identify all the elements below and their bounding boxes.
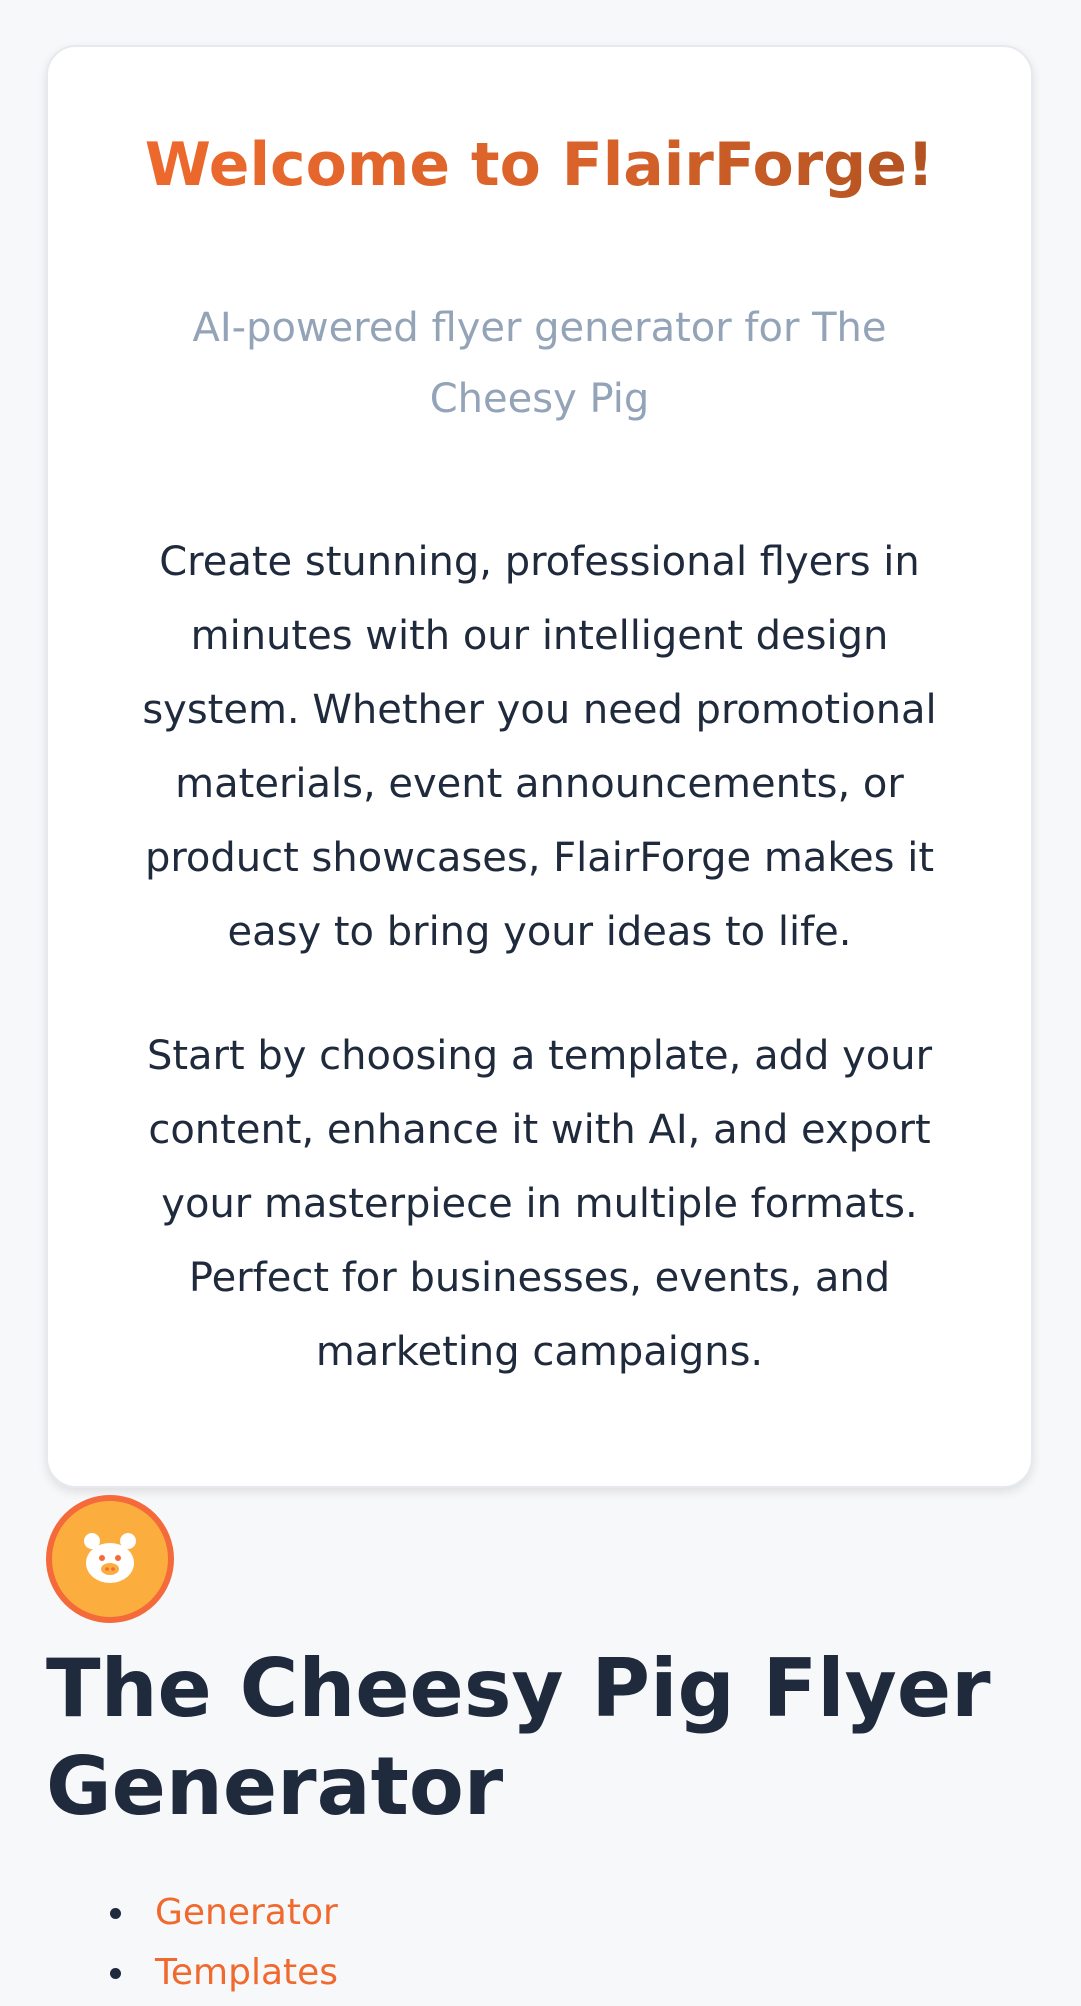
welcome-subtitle: AI-powered flyer generator for The Chees… [192,305,887,422]
nav-item-templates: Templates [0,1940,338,2000]
welcome-description: Create stunning, professional flyers in … [142,539,937,955]
brand-logo [46,1495,174,1623]
welcome-card: Welcome to FlairForge! AI-powered flyer … [46,45,1033,1488]
nav-link-templates[interactable]: Templates [155,1952,338,1993]
main-nav: Generator Templates [0,1880,338,2000]
pig-face-icon [84,1533,136,1583]
bullet-icon [110,1968,121,1979]
nav-link-generator[interactable]: Generator [155,1892,338,1933]
welcome-title: Welcome to FlairForge! [48,125,1031,205]
bullet-icon [110,1908,121,1919]
page-title: The Cheesy Pig Flyer Generator [46,1642,991,1833]
welcome-instructions: Start by choosing a template, add your c… [146,1033,933,1375]
nav-item-generator: Generator [0,1880,338,1940]
